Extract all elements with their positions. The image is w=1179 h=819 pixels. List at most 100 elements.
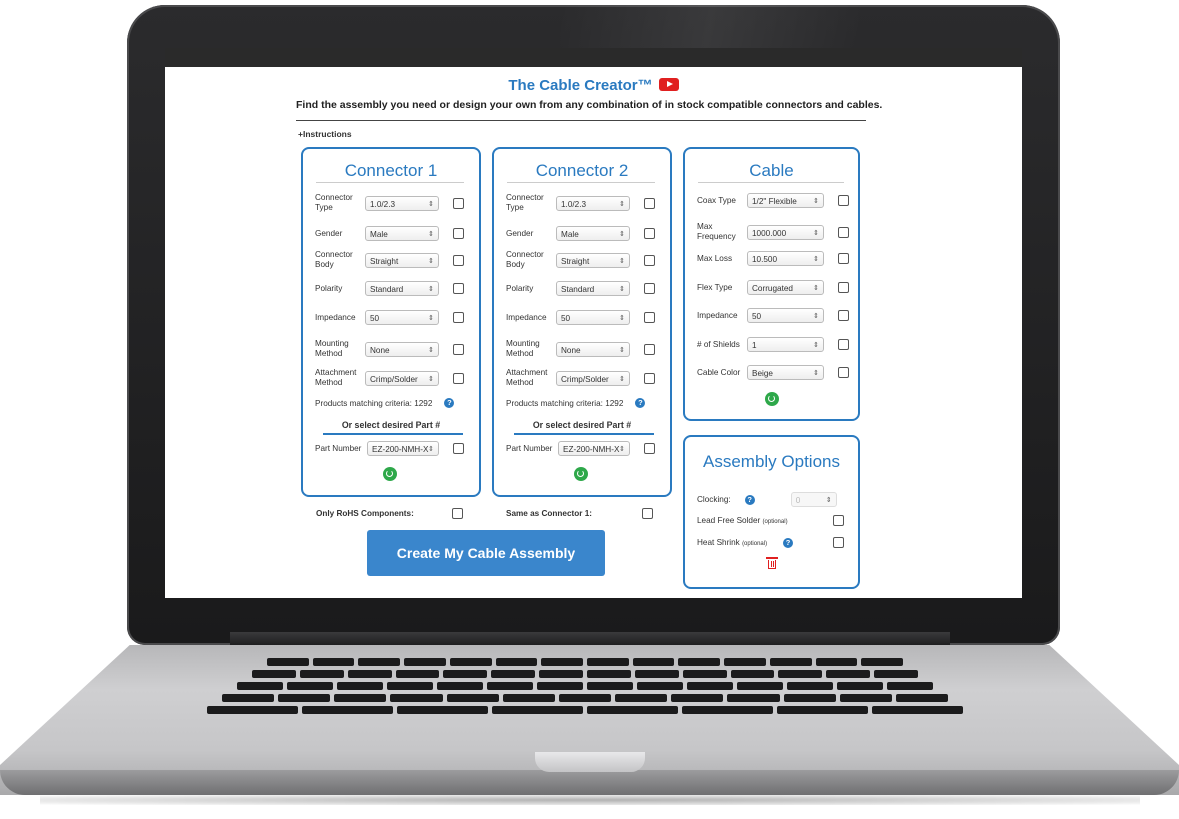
rohs-checkbox[interactable] <box>452 508 463 519</box>
connector2-field-row-4: Impedance 50 ⇕ <box>506 310 655 325</box>
connector2-field-checkbox[interactable] <box>644 254 655 266</box>
connector1-part-checkbox[interactable] <box>453 443 464 454</box>
keyboard-key <box>337 682 383 690</box>
keyboard-key <box>449 658 492 666</box>
connector1-field-row-4: Impedance 50 ⇕ <box>315 310 464 325</box>
connector1-field-label: Connector Body <box>315 250 353 269</box>
heat-shrink-checkbox[interactable] <box>833 537 844 548</box>
cable-field-checkbox[interactable] <box>838 339 849 350</box>
cable-field-select[interactable]: 50 ⇕ <box>747 308 824 323</box>
laptop-screen: The Cable Creator™ Find the assembly you… <box>165 48 1022 598</box>
connector1-field-select[interactable]: 50 ⇕ <box>365 310 439 325</box>
connector1-field-label: Gender <box>315 228 343 238</box>
clocking-select[interactable]: 0 ⇕ <box>790 492 837 507</box>
help-icon[interactable]: ? <box>783 537 793 548</box>
select-arrows-icon: ⇕ <box>813 198 819 205</box>
cable-title-divider <box>698 182 844 183</box>
heat-shrink-row: Heat Shrink (optional) ? <box>697 537 844 548</box>
connector1-field-row-5: Mounting Method None ⇕ <box>315 339 464 359</box>
rohs-label: Only RoHS Components: <box>316 509 414 518</box>
cable-field-select[interactable]: 1/2" Flexible ⇕ <box>747 193 824 208</box>
cable-field-checkbox[interactable] <box>838 367 849 378</box>
connector2-field-select-value: Straight <box>561 256 590 266</box>
connector2-field-select[interactable]: Male ⇕ <box>556 226 630 241</box>
connector2-field-label: Attachment Method <box>506 368 548 387</box>
connector1-field-select[interactable]: None ⇕ <box>365 341 439 357</box>
connector1-field-select[interactable]: Male ⇕ <box>365 226 439 241</box>
connector1-field-select[interactable]: Standard ⇕ <box>365 281 439 296</box>
keyboard-key <box>815 658 858 666</box>
cable-field-select[interactable]: 10.500 ⇕ <box>747 251 824 266</box>
cable-field-row-2: Max Loss 10.500 ⇕ <box>697 251 849 266</box>
cable-field-checkbox[interactable] <box>838 195 849 206</box>
connector1-field-checkbox[interactable] <box>453 343 464 355</box>
connector1-field-checkbox[interactable] <box>453 312 464 323</box>
cable-creator-page: The Cable Creator™ Find the assembly you… <box>165 67 1022 598</box>
create-assembly-button[interactable]: Create My Cable Assembly <box>367 530 605 576</box>
help-icon[interactable]: ? <box>635 398 646 408</box>
connector1-field-select[interactable]: 1.0/2.3 ⇕ <box>365 195 439 211</box>
connector2-field-checkbox[interactable] <box>644 372 655 384</box>
connector1-field-checkbox[interactable] <box>453 372 464 384</box>
keyboard-key <box>737 682 783 690</box>
connector2-field-select[interactable]: 50 ⇕ <box>556 310 630 325</box>
cable-reset-icon[interactable] <box>765 392 779 406</box>
connector2-field-checkbox[interactable] <box>644 197 655 209</box>
connector1-reset-icon[interactable] <box>383 467 397 481</box>
select-arrows-icon: ⇕ <box>428 257 434 265</box>
same-as-checkbox[interactable] <box>642 508 653 519</box>
lead-free-checkbox[interactable] <box>833 515 844 526</box>
connector2-field-label: Mounting Method <box>506 339 540 358</box>
connector2-field-checkbox[interactable] <box>644 283 655 294</box>
connector2-field-checkbox[interactable] <box>644 312 655 323</box>
connector1-field-select[interactable]: Crimp/Solder ⇕ <box>365 370 439 386</box>
cable-field-select-value: 10.500 <box>752 255 778 264</box>
cable-field-select[interactable]: 1 ⇕ <box>747 337 824 352</box>
connector2-part-select[interactable]: EZ-200-NMH-X ⇕ <box>558 441 630 456</box>
instructions-link[interactable]: +Instructions <box>298 129 352 139</box>
cable-field-checkbox[interactable] <box>838 282 849 293</box>
connector2-reset-icon[interactable] <box>574 467 588 481</box>
connector2-field-checkbox[interactable] <box>644 228 655 239</box>
connector1-field-checkbox[interactable] <box>453 228 464 239</box>
same-as-label: Same as Connector 1: <box>506 509 592 518</box>
connector1-field-checkbox[interactable] <box>453 254 464 266</box>
cable-field-select[interactable]: Corrugated ⇕ <box>747 280 824 295</box>
connector2-products-count: Products matching criteria: 1292 <box>506 398 624 408</box>
keyboard-key <box>637 682 683 690</box>
cable-field-select[interactable]: 1000.000 ⇕ <box>747 224 824 240</box>
help-icon[interactable]: ? <box>744 494 755 505</box>
laptop-hinge <box>230 632 950 646</box>
connector2-field-select[interactable]: None ⇕ <box>556 341 630 357</box>
keyboard-key <box>487 682 533 690</box>
youtube-icon[interactable] <box>658 77 679 91</box>
cable-field-row-5: # of Shields 1 ⇕ <box>697 337 849 352</box>
connector2-field-select[interactable]: Standard ⇕ <box>556 281 630 296</box>
cable-field-select-value: 1 <box>752 341 757 350</box>
keyboard-key <box>678 658 721 666</box>
connector2-part-row: Part Number EZ-200-NMH-X ⇕ <box>506 441 655 456</box>
connector1-part-select[interactable]: EZ-200-NMH-X ⇕ <box>367 441 439 456</box>
connector1-field-label: Attachment Method <box>315 368 357 387</box>
cable-field-checkbox[interactable] <box>838 226 849 238</box>
cable-field-checkbox[interactable] <box>838 310 849 321</box>
keyboard-key <box>334 694 387 702</box>
keyboard-key <box>887 682 933 690</box>
help-icon[interactable]: ? <box>444 398 455 408</box>
cable-field-select[interactable]: Beige ⇕ <box>747 365 824 380</box>
connector1-field-checkbox[interactable] <box>453 283 464 294</box>
connector2-field-select[interactable]: Straight ⇕ <box>556 252 630 268</box>
connector1-products-matching: Products matching criteria: 1292 ? <box>315 398 455 408</box>
keyboard-key <box>395 670 440 678</box>
cable-field-checkbox[interactable] <box>838 253 849 264</box>
connector1-field-select[interactable]: Straight ⇕ <box>365 252 439 268</box>
connector2-field-row-0: Connector Type 1.0/2.3 ⇕ <box>506 193 655 213</box>
connector2-part-checkbox[interactable] <box>644 443 655 454</box>
trash-icon[interactable] <box>766 557 778 569</box>
connector1-field-checkbox[interactable] <box>453 197 464 209</box>
connector2-field-select[interactable]: 1.0/2.3 ⇕ <box>556 195 630 211</box>
connector2-field-checkbox[interactable] <box>644 343 655 355</box>
connector1-field-label: Mounting Method <box>315 339 349 358</box>
select-arrows-icon: ⇕ <box>619 257 625 265</box>
connector2-field-select[interactable]: Crimp/Solder ⇕ <box>556 370 630 386</box>
